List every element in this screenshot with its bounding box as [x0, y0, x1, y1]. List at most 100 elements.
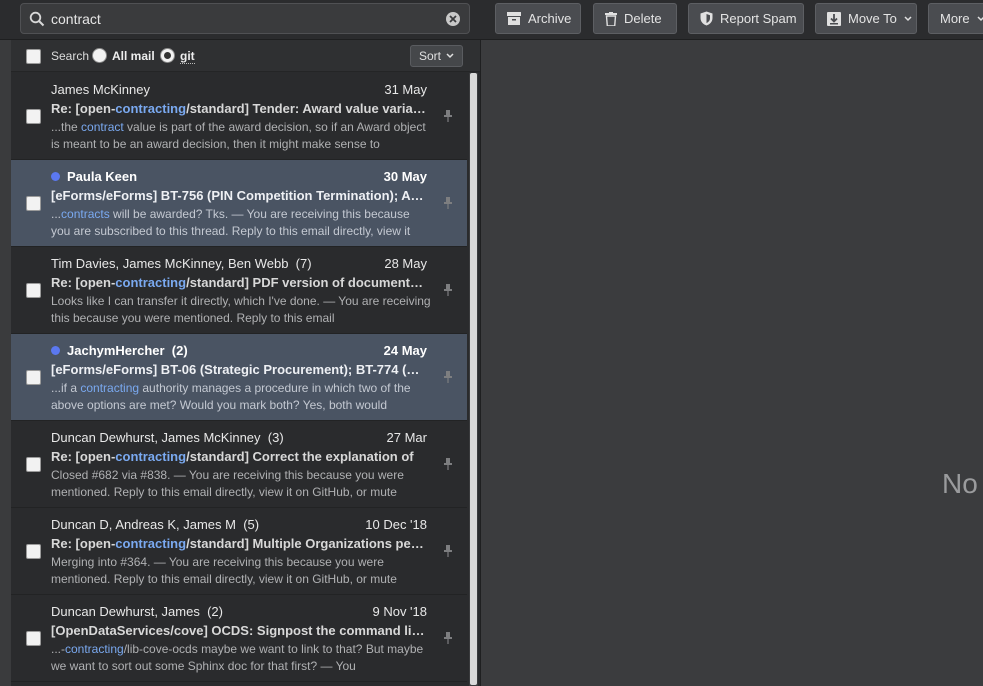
- thread-count: (3): [260, 430, 284, 445]
- message-date: 27 Mar: [386, 430, 427, 445]
- message-snippet: ...-contracting/lib-cove-ocds maybe we w…: [51, 642, 424, 673]
- chevron-down-icon: [977, 15, 983, 21]
- message-sender: Duncan D, Andreas K, James M (5): [51, 517, 259, 532]
- pin-icon[interactable]: [443, 632, 453, 644]
- message-checkbox[interactable]: [26, 544, 41, 559]
- left-edge: [0, 40, 11, 686]
- archive-button[interactable]: Archive: [495, 3, 581, 34]
- sender-name: Duncan Dewhurst, James McKinney: [51, 430, 261, 445]
- message-row[interactable]: Duncan D, Andreas K, James M (5) 10 Dec …: [11, 508, 467, 595]
- message-snippet: ...contracts will be awarded? Tks. — You…: [51, 207, 411, 238]
- message-checkbox[interactable]: [26, 283, 41, 298]
- sort-label: Sort: [418, 49, 441, 63]
- message-snippet: Merging into #364. — You are receiving t…: [51, 555, 397, 586]
- move-to-button[interactable]: Move To: [815, 3, 917, 34]
- message-sender: Duncan Dewhurst, James McKinney (3): [51, 430, 284, 445]
- pin-icon[interactable]: [443, 458, 453, 470]
- unread-dot-icon: [51, 172, 60, 181]
- list-scrollbar[interactable]: [469, 73, 478, 686]
- archive-label: Archive: [528, 11, 572, 26]
- snippet-highlight: contracting: [65, 642, 124, 656]
- message-checkbox[interactable]: [26, 631, 41, 646]
- message-subject: Re: [open-contracting/standard] PDF vers…: [51, 275, 428, 290]
- sender-name: Duncan Dewhurst, James: [51, 604, 200, 619]
- more-button[interactable]: More: [928, 3, 983, 34]
- message-snippet: Closed #682 via #838. — You are receivin…: [51, 468, 404, 499]
- top-toolbar: Archive Delete Report Spam Move To More: [0, 0, 983, 40]
- search-icon: [29, 11, 45, 27]
- subject-highlight: contracting: [115, 275, 187, 290]
- sender-name: Tim Davies, James McKinney, Ben Webb: [51, 256, 289, 271]
- message-rows: James McKinney 31 May Re: [open-contract…: [11, 73, 467, 682]
- message-snippet: ...the contract value is part of the awa…: [51, 120, 426, 151]
- message-date: 9 Nov '18: [372, 604, 427, 619]
- message-date: 31 May: [384, 82, 427, 97]
- pin-icon[interactable]: [443, 545, 453, 557]
- message-row[interactable]: Tim Davies, James McKinney, Ben Webb (7)…: [11, 247, 467, 334]
- thread-count: (2): [199, 604, 223, 619]
- pin-icon[interactable]: [443, 284, 453, 296]
- scope-all-mail-radio[interactable]: [92, 48, 107, 63]
- message-date: 24 May: [383, 343, 427, 358]
- message-subject: Re: [open-contracting/standard] Tender: …: [51, 101, 428, 116]
- snippet-highlight: contracts: [61, 207, 110, 221]
- subject-highlight: contracting: [115, 536, 187, 551]
- message-checkbox[interactable]: [26, 196, 41, 211]
- message-sender: Paula Keen: [51, 169, 137, 184]
- message-sender: Duncan Dewhurst, James (2): [51, 604, 223, 619]
- message-sender: JachymHercher (2): [51, 343, 188, 358]
- pin-icon[interactable]: [443, 110, 453, 122]
- clear-search-icon[interactable]: [445, 11, 461, 27]
- delete-label: Delete: [624, 11, 662, 26]
- move-to-label: Move To: [848, 11, 897, 26]
- message-date: 28 May: [384, 256, 427, 271]
- scope-git-label[interactable]: git: [180, 49, 195, 64]
- shield-icon: [700, 11, 713, 26]
- message-subject: Re: [open-contracting/standard] Correct …: [51, 449, 414, 464]
- message-row[interactable]: Duncan Dewhurst, James (2) 9 Nov '18 [Op…: [11, 595, 467, 682]
- sort-button[interactable]: Sort: [410, 45, 463, 67]
- message-row[interactable]: Paula Keen 30 May [eForms/eForms] BT-756…: [11, 160, 467, 247]
- archive-icon: [507, 12, 521, 25]
- trash-icon: [605, 11, 617, 26]
- thread-count: (5): [235, 517, 260, 532]
- message-sender: James McKinney: [51, 82, 150, 97]
- message-snippet: Looks like I can transfer it directly, w…: [51, 294, 431, 325]
- search-box[interactable]: [20, 3, 470, 34]
- message-checkbox[interactable]: [26, 457, 41, 472]
- message-snippet: ...if a contracting authority manages a …: [51, 381, 411, 412]
- reading-pane: No: [480, 40, 983, 686]
- sender-name: James McKinney: [51, 82, 150, 97]
- message-subject: [eForms/eForms] BT-756 (PIN Competition …: [51, 188, 428, 203]
- subject-highlight: contracting: [115, 449, 187, 464]
- message-checkbox[interactable]: [26, 109, 41, 124]
- chevron-down-icon: [904, 15, 912, 21]
- thread-count: (2): [164, 343, 188, 358]
- pin-icon[interactable]: [443, 371, 453, 383]
- select-all-checkbox[interactable]: [26, 49, 41, 64]
- message-subject: [OpenDataServices/cove] OCDS: Signpost t…: [51, 623, 428, 638]
- move-to-icon: [827, 11, 841, 26]
- message-row[interactable]: Duncan Dewhurst, James McKinney (3) 27 M…: [11, 421, 467, 508]
- search-input[interactable]: [51, 8, 431, 30]
- report-spam-label: Report Spam: [720, 11, 797, 26]
- message-subject: Re: [open-contracting/standard] Multiple…: [51, 536, 428, 551]
- message-row[interactable]: JachymHercher (2) 24 May [eForms/eForms]…: [11, 334, 467, 421]
- chevron-down-icon: [446, 53, 454, 59]
- message-row[interactable]: James McKinney 31 May Re: [open-contract…: [11, 73, 467, 160]
- pin-icon[interactable]: [443, 197, 453, 209]
- report-spam-button[interactable]: Report Spam: [688, 3, 804, 34]
- message-date: 30 May: [383, 169, 427, 184]
- message-checkbox[interactable]: [26, 370, 41, 385]
- more-label: More: [940, 11, 970, 26]
- message-subject: [eForms/eForms] BT-06 (Strategic Procure…: [51, 362, 428, 377]
- scrollbar-thumb[interactable]: [470, 73, 477, 685]
- snippet-highlight: contract: [81, 120, 124, 134]
- sender-name: JachymHercher: [67, 343, 165, 358]
- scope-git-radio[interactable]: [160, 48, 175, 63]
- message-list-pane: Search All mail git Sort James McKinney …: [11, 40, 480, 686]
- delete-button[interactable]: Delete: [593, 3, 677, 34]
- snippet-highlight: contracting: [80, 381, 140, 395]
- scope-all-mail-label[interactable]: All mail: [112, 49, 155, 63]
- message-sender: Tim Davies, James McKinney, Ben Webb (7): [51, 256, 312, 271]
